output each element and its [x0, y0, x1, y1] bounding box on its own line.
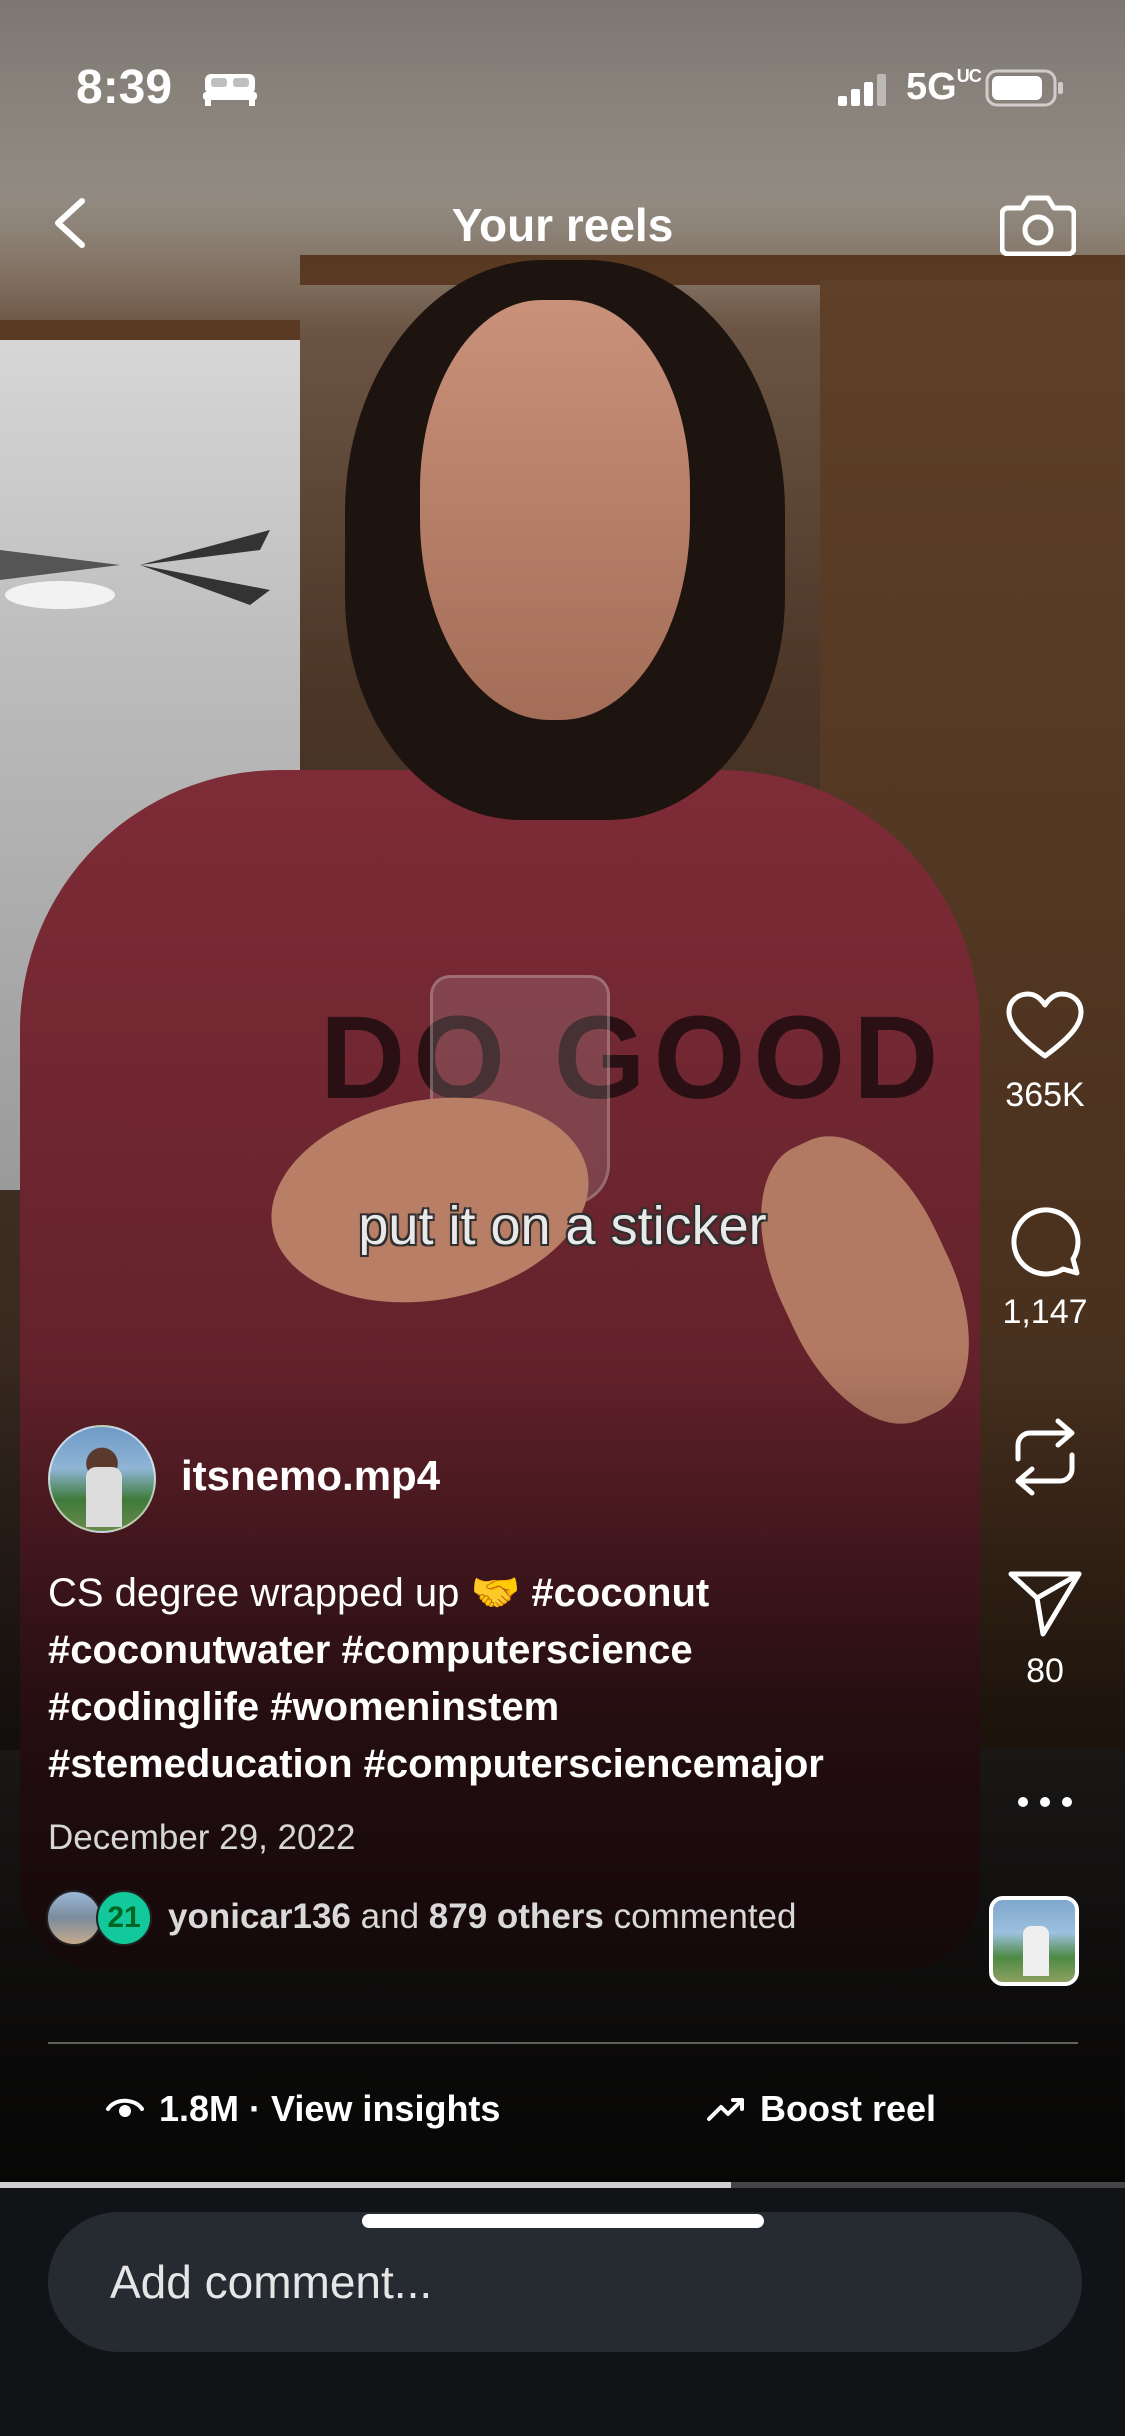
caption-line: CS degree wrapped up 🤝 #coconut [48, 1571, 710, 1615]
boost-reel-button[interactable]: Boost reel [706, 2088, 936, 2130]
username[interactable]: itsnemo.mp4 [181, 1452, 440, 1500]
status-time: 8:39 [76, 61, 173, 114]
more-options-button[interactable] [980, 1795, 1110, 1809]
home-indicator[interactable] [362, 2214, 764, 2228]
heart-icon [1006, 991, 1084, 1059]
divider [48, 2042, 1078, 2044]
share-button[interactable]: 80 [980, 1568, 1110, 1691]
like-button[interactable]: 365K [980, 990, 1110, 1115]
hashtag[interactable]: #coconutwater #computerscience [48, 1628, 693, 1672]
post-caption[interactable]: CS degree wrapped up 🤝 #coconut #coconut… [48, 1565, 948, 1793]
remix-icon [1015, 1418, 1075, 1496]
separator: · [249, 2088, 262, 2129]
comment-bubble-icon [1011, 1207, 1081, 1277]
commenter-avatar [46, 1890, 102, 1946]
video-text-overlay: put it on a sticker [358, 1196, 767, 1256]
share-count: 80 [1026, 1652, 1064, 1690]
ceiling-fan-graphic [0, 530, 270, 609]
battery-icon [985, 69, 1063, 107]
commenter-avatars[interactable]: 21 [46, 1890, 156, 1946]
insights-label: View insights [271, 2088, 501, 2129]
audio-thumbnail[interactable] [989, 1896, 1079, 1986]
camera-icon[interactable] [1000, 190, 1076, 256]
signal-icon [838, 74, 886, 106]
caption-line: #stemeducation #computersciencemajor [48, 1736, 948, 1793]
caption-line: #codinglife #womeninstem [48, 1679, 948, 1736]
network-type: 5GUC [906, 66, 982, 108]
commenter-avatar: 21 [96, 1890, 152, 1946]
view-insights-button[interactable]: 1.8M · View insights [105, 2088, 500, 2130]
hashtag[interactable]: #coconut [531, 1571, 709, 1615]
comment-button[interactable]: 1,147 [980, 1203, 1110, 1332]
view-count: 1.8M [159, 2088, 240, 2129]
page-title: Your reels [451, 199, 674, 251]
reel-video[interactable]: DO GOOD put it on a sticker [0, 0, 1125, 2190]
trending-icon [707, 2098, 744, 2121]
comment-summary[interactable]: yonicar136 and 879 others commented [168, 1897, 796, 1937]
hashtag[interactable]: #stemeducation #computersciencemajor [48, 1742, 824, 1786]
hashtag[interactable]: #codinglife #womeninstem [48, 1685, 559, 1729]
boost-label: Boost reel [760, 2088, 937, 2129]
send-icon [1008, 1571, 1082, 1637]
caption-line: #coconutwater #computerscience [48, 1622, 948, 1679]
more-icon [1018, 1797, 1072, 1807]
video-shelf [0, 320, 300, 340]
bed-icon [203, 74, 257, 106]
avatar[interactable] [48, 1425, 156, 1533]
status-bar: 8:39 5GUC [0, 0, 1125, 150]
like-count: 365K [1005, 1076, 1085, 1114]
video-person-face [420, 300, 690, 720]
post-date: December 29, 2022 [48, 1818, 356, 1857]
eye-icon [106, 2098, 144, 2117]
comment-input[interactable] [48, 2212, 1082, 2352]
comment-count: 1,147 [1002, 1293, 1088, 1331]
remix-button[interactable] [980, 1415, 1110, 1499]
